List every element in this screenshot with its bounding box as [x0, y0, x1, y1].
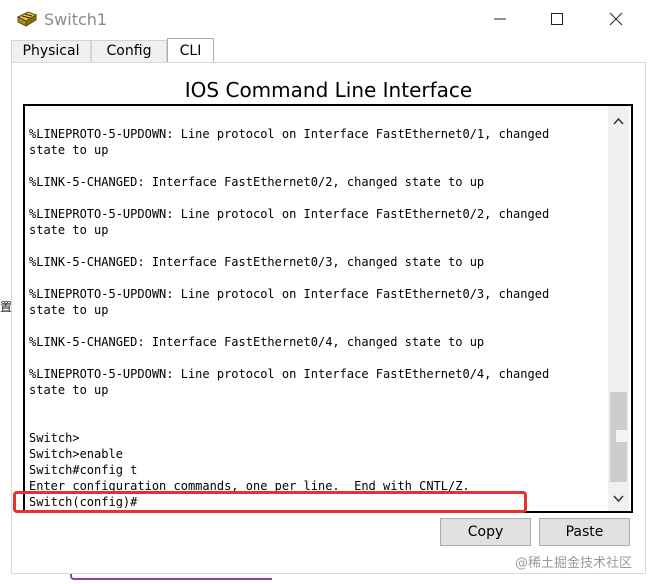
terminal-output[interactable]: %LINEPROTO-5-UPDOWN: Line protocol on In… [29, 110, 607, 508]
tab-physical[interactable]: Physical [11, 40, 91, 62]
switch-device-icon [16, 9, 38, 29]
copy-button[interactable]: Copy [440, 518, 531, 546]
close-button[interactable] [596, 6, 636, 32]
tab-cli[interactable]: CLI [167, 38, 214, 63]
terminal-line: state to up [29, 383, 109, 397]
minimize-icon [494, 18, 506, 20]
scroll-up-icon[interactable] [613, 112, 624, 130]
terminal-line: %LINK-5-CHANGED: Interface FastEthernet0… [29, 255, 485, 269]
background-window-edge [70, 574, 272, 580]
minimize-button[interactable] [480, 6, 520, 32]
watermark: @稀土掘金技术社区 [515, 556, 633, 571]
background-window-glyph: 置 [0, 300, 13, 314]
maximize-button[interactable] [537, 6, 577, 32]
scroll-down-icon[interactable] [613, 490, 624, 508]
terminal-line: state to up [29, 143, 109, 157]
terminal-line: Switch>enable [29, 447, 123, 461]
maximize-icon [551, 13, 563, 25]
terminal-line: Switch> [29, 431, 80, 445]
terminal-line: %LINEPROTO-5-UPDOWN: Line protocol on In… [29, 287, 550, 301]
scroll-thumb[interactable] [610, 392, 627, 482]
paste-button[interactable]: Paste [539, 518, 630, 546]
terminal-line: %LINK-5-CHANGED: Interface FastEthernet0… [29, 335, 485, 349]
title-bar: Switch1 [0, 0, 655, 38]
terminal-line: %LINK-5-CHANGED: Interface FastEthernet0… [29, 175, 485, 189]
window-title: Switch1 [44, 10, 108, 29]
terminal-line: Switch#config t [29, 463, 138, 477]
panel-title: IOS Command Line Interface [184, 78, 473, 102]
terminal-line: %LINEPROTO-5-UPDOWN: Line protocol on In… [29, 127, 550, 141]
prompt-highlight-box [13, 491, 527, 513]
terminal-line: state to up [29, 303, 109, 317]
terminal-console[interactable]: %LINEPROTO-5-UPDOWN: Line protocol on In… [23, 104, 633, 513]
tab-config[interactable]: Config [91, 40, 167, 62]
close-icon [609, 12, 623, 26]
terminal-line: %LINEPROTO-5-UPDOWN: Line protocol on In… [29, 367, 550, 381]
scroll-thumb-grip [616, 430, 627, 442]
terminal-line: state to up [29, 223, 109, 237]
terminal-line: %LINEPROTO-5-UPDOWN: Line protocol on In… [29, 207, 550, 221]
terminal-scrollbar[interactable] [608, 106, 629, 511]
